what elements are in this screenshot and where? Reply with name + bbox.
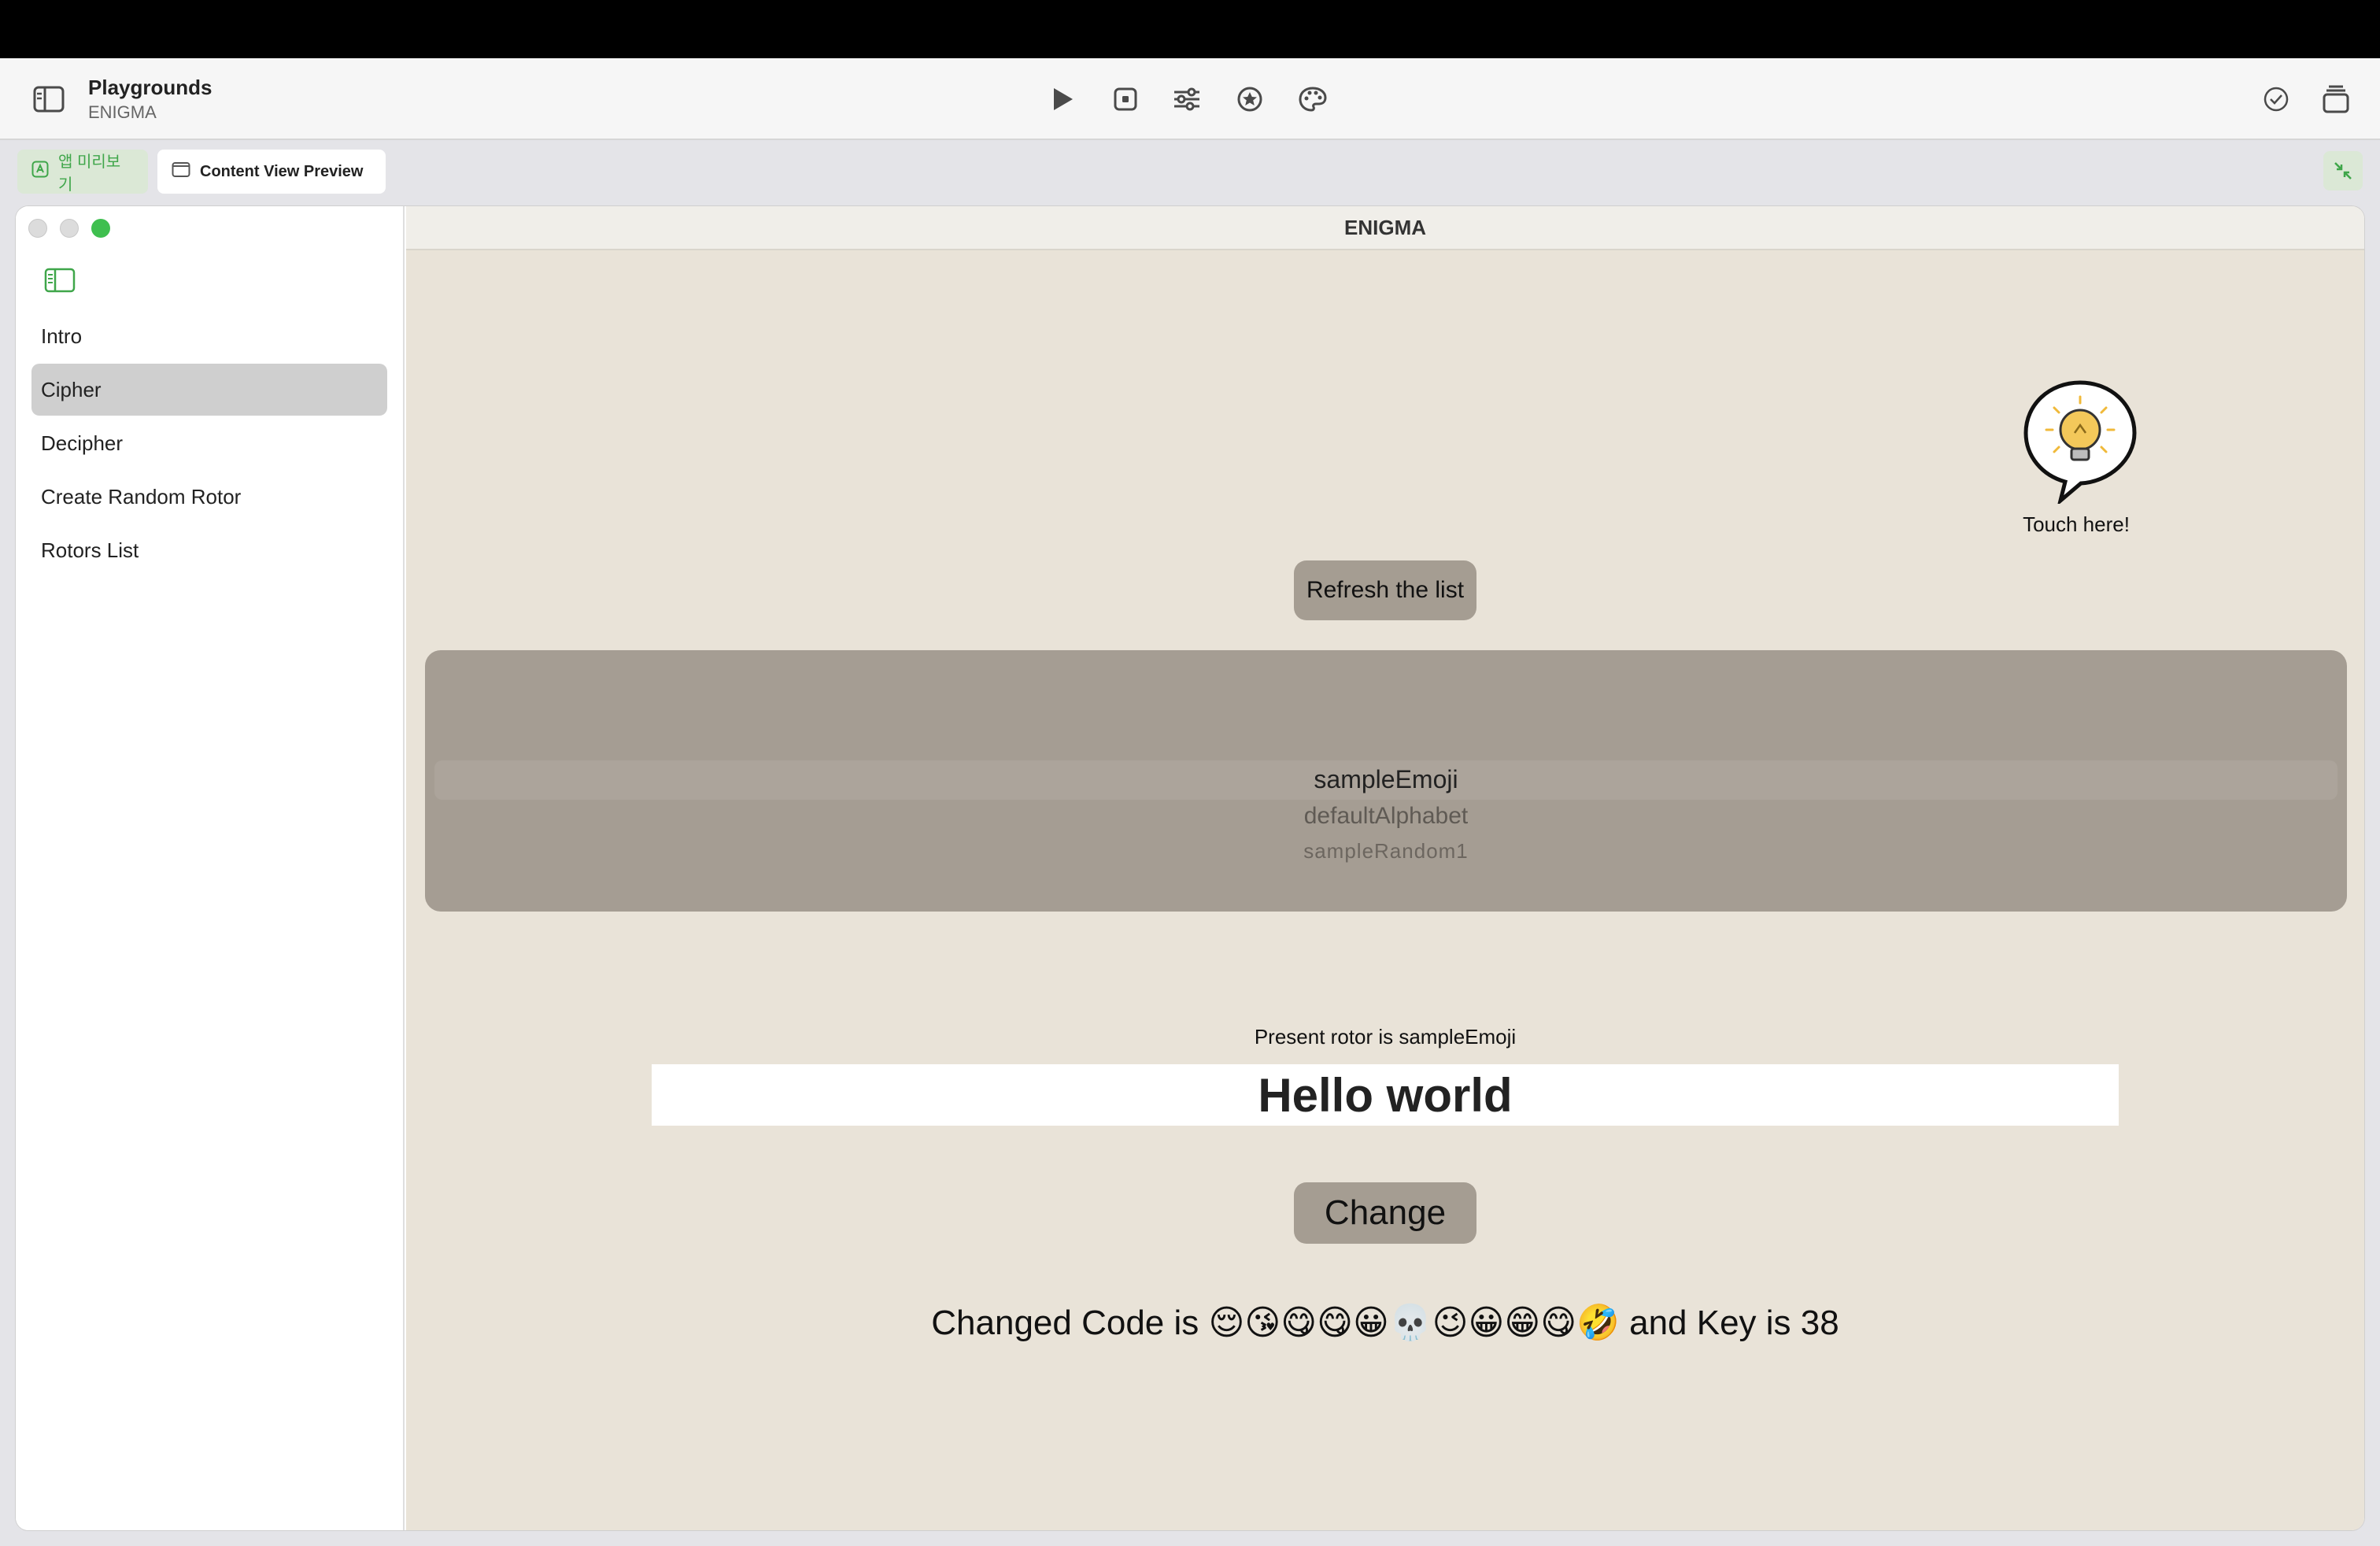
sidebar-item-cipher[interactable]: Cipher bbox=[31, 364, 387, 416]
window-title: ENIGMA bbox=[406, 206, 2364, 250]
system-menu-bar bbox=[0, 0, 2380, 58]
sidebar-toggle-icon[interactable] bbox=[44, 268, 79, 296]
hint-label: Touch here! bbox=[2023, 512, 2130, 536]
refresh-list-button[interactable]: Refresh the list bbox=[1294, 560, 1476, 620]
project-name: ENIGMA bbox=[88, 102, 157, 122]
picker-option-selected[interactable]: sampleEmoji bbox=[425, 765, 2347, 794]
tab-content-view-preview[interactable]: Content View Preview bbox=[157, 150, 386, 194]
sidebar-item-label: Create Random Rotor bbox=[41, 484, 242, 509]
star-circle-icon[interactable] bbox=[1232, 82, 1267, 117]
sidebar: Intro Cipher Decipher Create Random Roto… bbox=[16, 206, 405, 1530]
sidebar-item-label: Intro bbox=[41, 324, 83, 348]
collapse-arrows-icon bbox=[2334, 162, 2352, 179]
tab-label: Content View Preview bbox=[200, 162, 364, 180]
sidebar-item-decipher[interactable]: Decipher bbox=[31, 417, 387, 469]
app-title: Playgrounds bbox=[88, 76, 213, 99]
message-input-field[interactable] bbox=[652, 1064, 2119, 1126]
preview-window: Intro Cipher Decipher Create Random Roto… bbox=[16, 206, 2364, 1530]
app-icon bbox=[31, 161, 49, 183]
sidebar-toggle-icon[interactable] bbox=[31, 83, 66, 115]
message-input[interactable] bbox=[652, 1064, 2119, 1126]
checkmark-circle-icon[interactable] bbox=[2259, 82, 2293, 117]
lightbulb-speech-bubble-icon bbox=[2023, 380, 2137, 506]
window-icon bbox=[172, 161, 190, 183]
sidebar-item-label: Rotors List bbox=[41, 538, 139, 562]
settings-sliders-icon[interactable] bbox=[1170, 82, 1204, 117]
tab-app-preview[interactable]: 앱 미리보기 bbox=[17, 150, 148, 194]
zoom-window-button[interactable] bbox=[91, 219, 110, 238]
play-icon[interactable] bbox=[1045, 82, 1080, 117]
sidebar-item-create-random-rotor[interactable]: Create Random Rotor bbox=[31, 471, 387, 523]
detail-content: ENIGMA Touch here! Refresh the list samp… bbox=[406, 206, 2364, 1530]
app-toolbar: Playgrounds ENIGMA bbox=[0, 58, 2380, 140]
tab-label: 앱 미리보기 bbox=[58, 153, 121, 194]
picker-option[interactable]: defaultAlphabet bbox=[425, 803, 2347, 830]
preview-tab-bar: 앱 미리보기 Content View Preview bbox=[0, 142, 2380, 205]
sidebar-item-intro[interactable]: Intro bbox=[31, 310, 387, 362]
sidebar-item-rotors-list[interactable]: Rotors List bbox=[31, 524, 387, 576]
collapse-preview-button[interactable] bbox=[2323, 151, 2363, 190]
rotor-picker[interactable]: sampleEmoji defaultAlphabet sampleRandom… bbox=[425, 650, 2347, 912]
stop-icon[interactable] bbox=[1108, 82, 1143, 117]
palette-icon[interactable] bbox=[1295, 82, 1330, 117]
windows-stack-icon[interactable] bbox=[2319, 82, 2353, 117]
hint-button[interactable]: Touch here! bbox=[2021, 378, 2137, 537]
close-window-button[interactable] bbox=[28, 219, 47, 238]
minimize-window-button[interactable] bbox=[60, 219, 79, 238]
present-rotor-label: Present rotor is sampleEmoji bbox=[1254, 1025, 1517, 1049]
sidebar-item-label: Cipher bbox=[41, 377, 102, 401]
picker-option[interactable]: sampleRandom1 bbox=[425, 839, 2347, 864]
result-text: Changed Code is 😌😘😋😋😀💀😉😀😁😋🤣 and Key is 3… bbox=[931, 1304, 1839, 1342]
sidebar-item-label: Decipher bbox=[41, 431, 124, 455]
change-button[interactable]: Change bbox=[1294, 1182, 1476, 1244]
